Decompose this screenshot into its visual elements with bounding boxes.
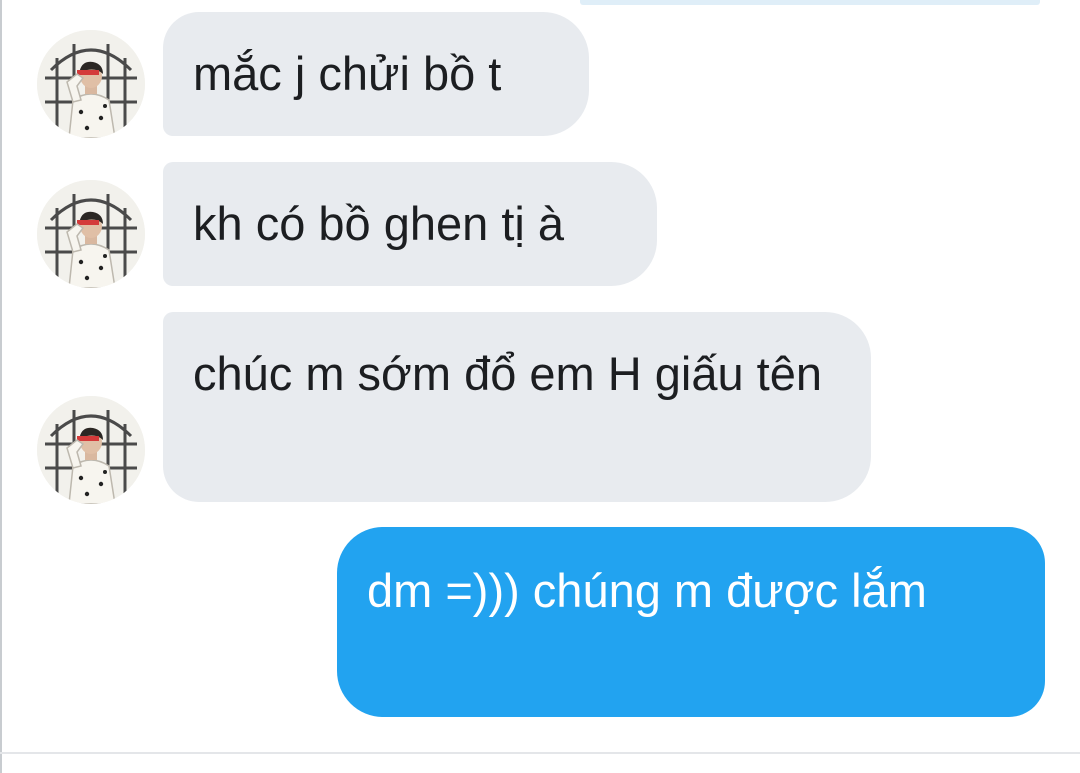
incoming-message-bubble[interactable]: kh có bồ ghen tị à <box>163 162 657 286</box>
window-left-border <box>0 0 2 773</box>
message-text: mắc j chửi bồ t <box>193 47 502 100</box>
previous-message-edge <box>580 0 1040 5</box>
message-text: dm =))) chúng m được lắm <box>367 564 927 617</box>
person-saluting-avatar-icon <box>37 396 145 504</box>
contact-avatar[interactable] <box>37 30 145 138</box>
message-text: kh có bồ ghen tị à <box>193 197 565 250</box>
person-saluting-avatar-icon <box>37 30 145 138</box>
contact-avatar[interactable] <box>37 396 145 504</box>
person-saluting-avatar-icon <box>37 180 145 288</box>
outgoing-message-bubble[interactable]: dm =))) chúng m được lắm <box>337 527 1045 717</box>
incoming-message-bubble[interactable]: mắc j chửi bồ t <box>163 12 589 136</box>
message-text: chúc m sớm đổ em H giấu tên <box>193 347 823 400</box>
composer-divider <box>0 752 1080 754</box>
contact-avatar[interactable] <box>37 180 145 288</box>
incoming-message-bubble[interactable]: chúc m sớm đổ em H giấu tên <box>163 312 871 502</box>
